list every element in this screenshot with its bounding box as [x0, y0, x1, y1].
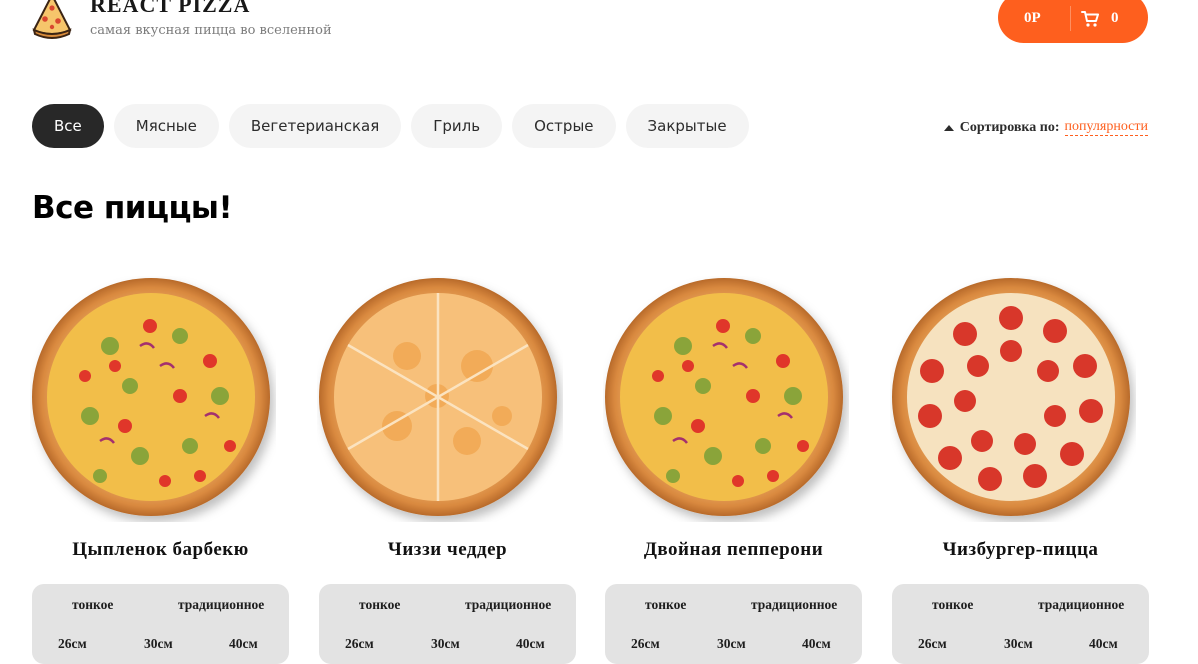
cart-divider — [1070, 6, 1071, 31]
pizza-title: Двойная пепперони — [643, 539, 824, 560]
pizza-title: Чиззи чеддер — [387, 539, 508, 560]
size-30-option[interactable]: 30см — [144, 636, 173, 652]
pizza-selector: тонкое традиционное 26см 30см 40см — [32, 584, 289, 664]
sort-label: Сортировка по: — [959, 119, 1060, 135]
dough-traditional-option[interactable]: традиционное — [465, 597, 551, 613]
category-meat[interactable]: Мясные — [113, 104, 219, 148]
size-26-option[interactable]: 26см — [918, 636, 947, 652]
sort-control: Сортировка по: популярности — [943, 119, 1148, 136]
size-30-option[interactable]: 30см — [431, 636, 460, 652]
dough-traditional-option[interactable]: традиционное — [1038, 597, 1124, 613]
logo-title[interactable]: REACT PIZZA — [90, 0, 250, 18]
cart-count: 0 — [1111, 10, 1119, 26]
pizza-selector: тонкое традиционное 26см 30см 40см — [892, 584, 1149, 664]
pizza-logo-icon[interactable] — [31, 0, 73, 40]
pizza-selector: тонкое традиционное 26см 30см 40см — [605, 584, 862, 664]
size-30-option[interactable]: 30см — [717, 636, 746, 652]
sort-dropdown[interactable]: популярности — [1064, 119, 1148, 136]
size-30-option[interactable]: 30см — [1004, 636, 1033, 652]
size-40-option[interactable]: 40см — [802, 636, 831, 652]
pizza-title: Чизбургер-пицца — [942, 539, 1099, 560]
pepperoni-pizza-image — [892, 278, 1130, 516]
cheese-pizza-image — [319, 278, 557, 516]
cart-button[interactable]: 0Р 0 — [998, 0, 1148, 43]
category-spicy[interactable]: Острые — [512, 104, 616, 148]
size-26-option[interactable]: 26см — [58, 636, 87, 652]
pizza-selector: тонкое традиционное 26см 30см 40см — [319, 584, 576, 664]
size-26-option[interactable]: 26см — [345, 636, 374, 652]
page-title: Все пиццы! — [32, 190, 233, 226]
cart-price: 0Р — [1024, 10, 1041, 26]
bbq-chicken-pizza-image — [605, 278, 843, 516]
dough-thin-option[interactable]: тонкое — [645, 597, 686, 613]
bbq-chicken-pizza-image — [32, 278, 270, 516]
header: REACT PIZZA самая вкусная пицца во вселе… — [0, 0, 1198, 80]
cart-icon — [1081, 10, 1099, 27]
category-grill[interactable]: Гриль — [411, 104, 503, 148]
size-40-option[interactable]: 40см — [516, 636, 545, 652]
category-list: Все Мясные Вегетерианская Гриль Острые З… — [32, 104, 749, 148]
sort-arrow-icon[interactable] — [943, 124, 954, 131]
pizza-title: Цыпленок барбекю — [72, 539, 249, 560]
dough-thin-option[interactable]: тонкое — [932, 597, 973, 613]
size-40-option[interactable]: 40см — [1089, 636, 1118, 652]
logo-subtitle: самая вкусная пицца во вселенной — [90, 23, 332, 38]
dough-thin-option[interactable]: тонкое — [359, 597, 400, 613]
category-vegetarian[interactable]: Вегетерианская — [228, 104, 402, 148]
dough-traditional-option[interactable]: традиционное — [751, 597, 837, 613]
dough-traditional-option[interactable]: традиционное — [178, 597, 264, 613]
size-26-option[interactable]: 26см — [631, 636, 660, 652]
category-closed[interactable]: Закрытые — [625, 104, 749, 148]
size-40-option[interactable]: 40см — [229, 636, 258, 652]
category-all[interactable]: Все — [32, 104, 104, 148]
dough-thin-option[interactable]: тонкое — [72, 597, 113, 613]
